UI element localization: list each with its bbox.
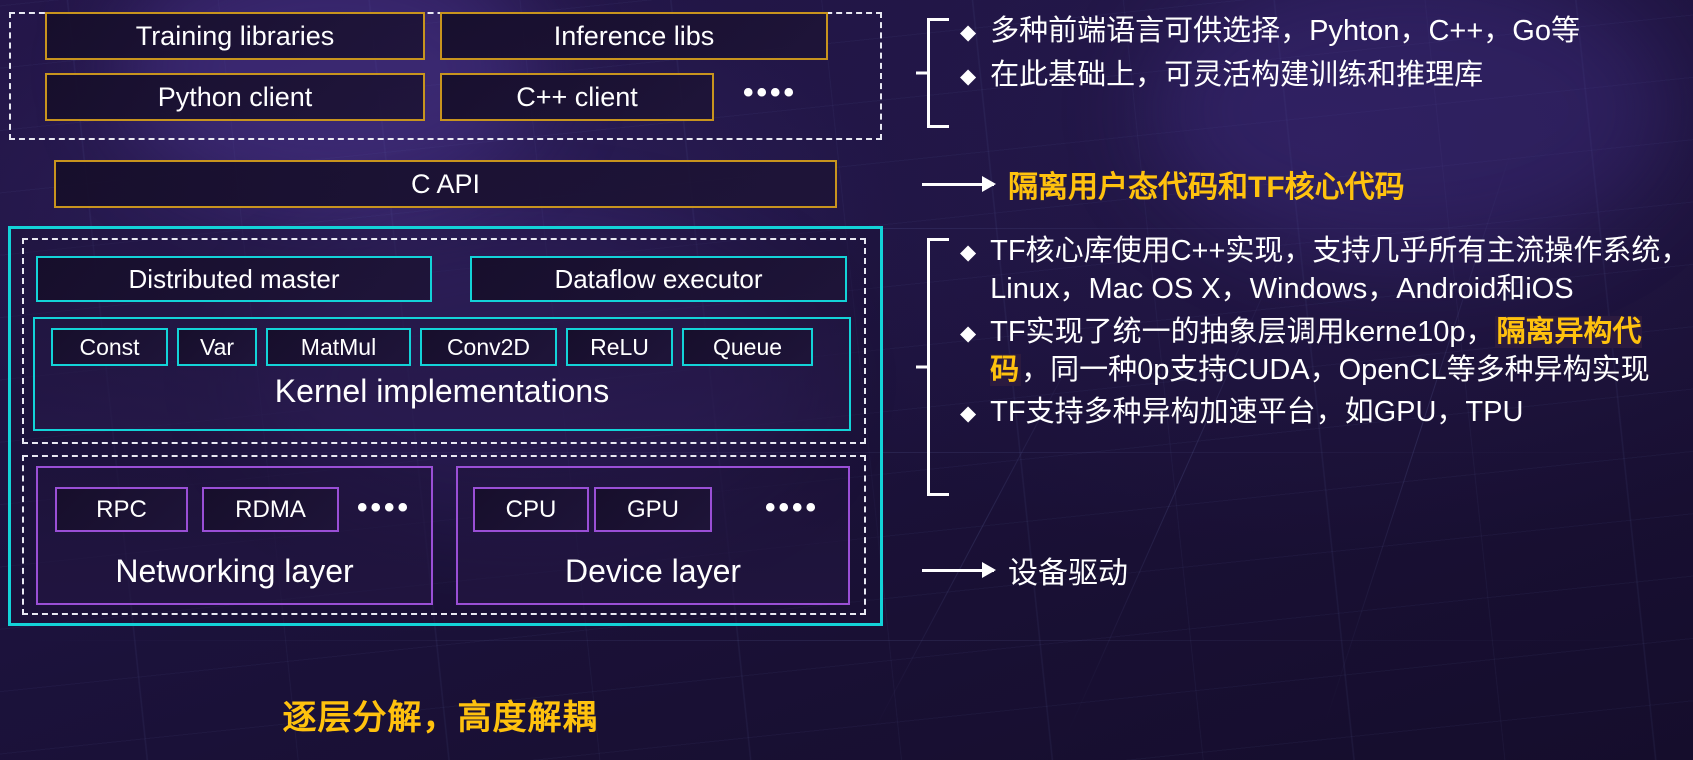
- arrow-right-icon: [922, 182, 994, 186]
- box-op-matmul[interactable]: MatMul: [266, 328, 411, 366]
- box-training-libraries[interactable]: Training libraries: [45, 12, 425, 60]
- brace-core-layer-icon: [927, 238, 949, 496]
- box-distributed-master[interactable]: Distributed master: [36, 256, 432, 302]
- annotation-bullet: ◆ TF核心库使用C++实现，支持几乎所有主流操作系统，Linux，Mac OS…: [960, 232, 1690, 309]
- box-op-queue[interactable]: Queue: [682, 328, 813, 366]
- box-rdma[interactable]: RDMA: [202, 487, 339, 532]
- kernel-implementations-label: Kernel implementations: [274, 373, 610, 409]
- box-dataflow-executor[interactable]: Dataflow executor: [470, 256, 847, 302]
- annotation-bullet: ◆ 多种前端语言可供选择，Pyhton，C++，Go等: [960, 12, 1660, 50]
- architecture-diagram: Training libraries Inference libs Python…: [0, 0, 900, 760]
- annotation-bullet: ◆ TF实现了统一的抽象层调用kerne10p，隔离异构代码，同一种0p支持CU…: [960, 313, 1690, 390]
- brace-client-layer-icon: [927, 18, 949, 128]
- box-python-client[interactable]: Python client: [45, 73, 425, 121]
- networking-layer-label: Networking layer: [115, 553, 354, 589]
- box-op-var[interactable]: Var: [177, 328, 257, 366]
- annotation-note-isolation: 隔离用户态代码和TF核心代码: [922, 162, 1405, 206]
- annotation-bullet-text: TF支持多种异构加速平台，如GPU，TPU: [990, 396, 1524, 429]
- client-ellipsis-icon: ••••: [743, 76, 798, 109]
- device-layer-label: Device layer: [564, 553, 742, 589]
- diamond-bullet-icon: ◆: [960, 65, 977, 89]
- arrow-right-icon: [922, 568, 994, 572]
- diamond-bullet-icon: ◆: [960, 321, 977, 345]
- annotation-text-suffix: ，同一种0p支持CUDA，OpenCL等多种异构实现: [1021, 353, 1650, 386]
- box-op-conv2d[interactable]: Conv2D: [420, 328, 557, 366]
- annotation-bullet-text: 多种前端语言可供选择，Pyhton，C++，Go等: [990, 15, 1580, 47]
- box-gpu[interactable]: GPU: [594, 487, 712, 532]
- box-cpp-client[interactable]: C++ client: [440, 73, 714, 121]
- device-ellipsis-icon: ••••: [765, 491, 820, 524]
- annotation-text-prefix: TF实现了统一的抽象层调用kerne10p，: [990, 315, 1495, 348]
- annotation-group-two: ◆ TF核心库使用C++实现，支持几乎所有主流操作系统，Linux，Mac OS…: [960, 232, 1690, 435]
- slide-canvas: Training libraries Inference libs Python…: [0, 0, 1693, 760]
- box-op-relu[interactable]: ReLU: [566, 328, 673, 366]
- diamond-bullet-icon: ◆: [960, 241, 977, 264]
- kernel-implementations-panel: Const Var MatMul Conv2D ReLU Queue Kerne…: [33, 317, 851, 431]
- diagram-caption: 逐层分解，高度解耦: [282, 699, 598, 737]
- annotation-bullet-text: 在此基础上，可灵活构建训练和推理库: [990, 59, 1484, 92]
- box-c-api[interactable]: C API: [54, 160, 837, 208]
- annotation-bullet-text-mixed: TF实现了统一的抽象层调用kerne10p，隔离异构代码，同一种0p支持CUDA…: [990, 313, 1690, 390]
- annotations-panel: ◆ 多种前端语言可供选择，Pyhton，C++，Go等 ◆ 在此基础上，可灵活构…: [900, 0, 1693, 760]
- box-op-const[interactable]: Const: [51, 328, 168, 366]
- annotation-note-text: 设备驱动: [1008, 557, 1128, 590]
- annotation-bullet: ◆ 在此基础上，可灵活构建训练和推理库: [960, 56, 1660, 94]
- diamond-bullet-icon: ◆: [960, 21, 977, 44]
- annotation-note-text: 隔离用户态代码和TF核心代码: [1008, 171, 1405, 204]
- annotation-bullet-text: TF核心库使用C++实现，支持几乎所有主流操作系统，Linux，Mac OS X…: [990, 235, 1690, 306]
- box-cpu[interactable]: CPU: [473, 487, 589, 532]
- annotation-group-one: ◆ 多种前端语言可供选择，Pyhton，C++，Go等 ◆ 在此基础上，可灵活构…: [960, 12, 1660, 101]
- box-rpc[interactable]: RPC: [55, 487, 188, 532]
- networking-ellipsis-icon: ••••: [357, 491, 412, 524]
- box-inference-libs[interactable]: Inference libs: [440, 12, 828, 60]
- diamond-bullet-icon: ◆: [960, 402, 977, 426]
- annotation-note-device-driver: 设备驱动: [922, 548, 1128, 592]
- annotation-bullet: ◆ TF支持多种异构加速平台，如GPU，TPU: [960, 393, 1690, 431]
